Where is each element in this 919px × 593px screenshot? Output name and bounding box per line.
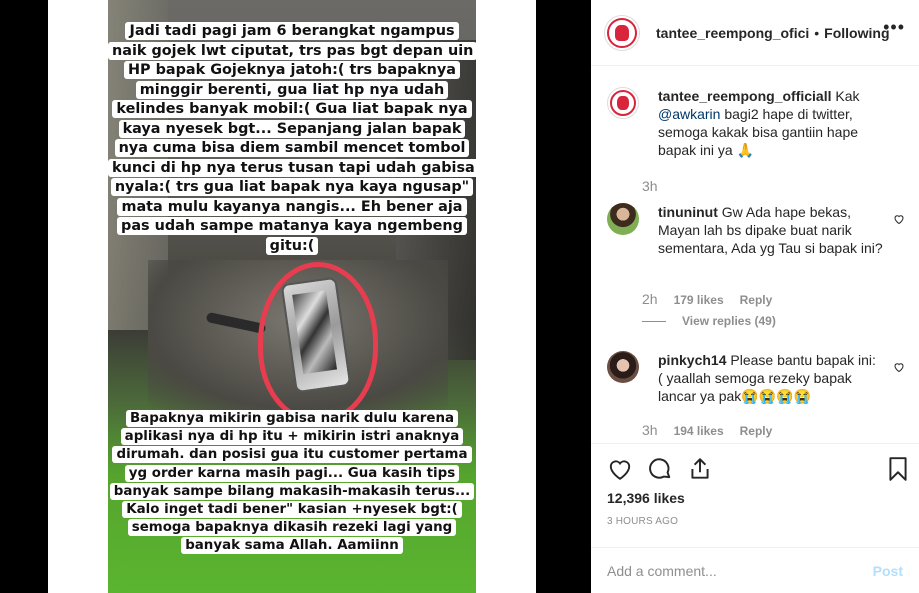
comment-body: tinuninut Gw Ada hape bekas, Mayan lah b… [658,203,884,257]
comment-time[interactable]: 3h [642,422,658,438]
avatar[interactable] [607,203,639,235]
reply-button[interactable]: Reply [740,424,773,438]
comments-list[interactable]: tantee_reempong_officiall Kak @awkarin b… [591,67,919,443]
comment-meta: 2h 179 likes Reply [642,291,772,307]
comment-icon[interactable] [647,456,673,482]
comment-username[interactable]: pinkych14 [658,352,726,368]
comment-time[interactable]: 3h [642,178,658,194]
action-icons [607,456,713,482]
comment-input[interactable] [607,563,873,579]
mention-link[interactable]: @awkarin [658,106,720,122]
comment-meta: 3h 194 likes Reply [642,422,772,438]
red-circle-highlight [258,262,378,422]
post-header: tantee_reempong_ofici • Following ••• [591,0,919,66]
post-side-panel: tantee_reempong_ofici • Following ••• ta… [591,0,919,593]
view-replies-label: View replies (49) [682,314,776,328]
caption-meta: 3h [642,178,658,194]
post-actions: 12,396 likes 3 HOURS AGO Post [591,443,919,593]
comment-body: pinkych14 Please bantu bapak ini: ( yaal… [658,351,884,405]
avatar[interactable] [604,14,640,51]
post-media: Jadi tadi pagi jam 6 berangkat ngampus n… [0,0,591,593]
add-comment-bar: Post [591,547,919,593]
share-icon[interactable] [687,456,713,482]
heart-icon[interactable] [893,213,905,225]
header-username[interactable]: tantee_reempong_ofici [656,25,809,41]
divider [642,320,666,322]
post-button[interactable]: Post [873,563,903,579]
avatar[interactable] [607,351,639,383]
comment-username[interactable]: tantee_reempong_officiall [658,88,832,104]
heart-icon[interactable] [607,456,633,482]
story-caption-top: Jadi tadi pagi jam 6 berangkat ngampus n… [108,22,476,256]
likes-count[interactable]: 12,396 likes [607,490,685,506]
post-timestamp[interactable]: 3 HOURS AGO [607,516,678,527]
bookmark-icon[interactable] [885,456,911,482]
avatar[interactable] [607,87,639,119]
ellipsis-icon[interactable]: ••• [883,18,905,36]
story-image[interactable]: Jadi tadi pagi jam 6 berangkat ngampus n… [108,0,476,593]
reply-button[interactable]: Reply [740,293,773,307]
header-separator: • [814,24,820,41]
comment-likes[interactable]: 194 likes [674,424,724,438]
comment-time[interactable]: 2h [642,291,658,307]
comment-username[interactable]: tinuninut [658,204,718,220]
caption-text: tantee_reempong_officiall Kak @awkarin b… [658,87,884,159]
story-caption-bottom: Bapaknya mikirin gabisa narik dulu karen… [108,410,476,556]
comment-likes[interactable]: 179 likes [674,293,724,307]
heart-icon[interactable] [893,361,905,373]
view-replies-button[interactable]: View replies (49) [642,314,776,328]
following-button[interactable]: Following [824,25,889,41]
caption-text-before: Kak [835,88,860,104]
